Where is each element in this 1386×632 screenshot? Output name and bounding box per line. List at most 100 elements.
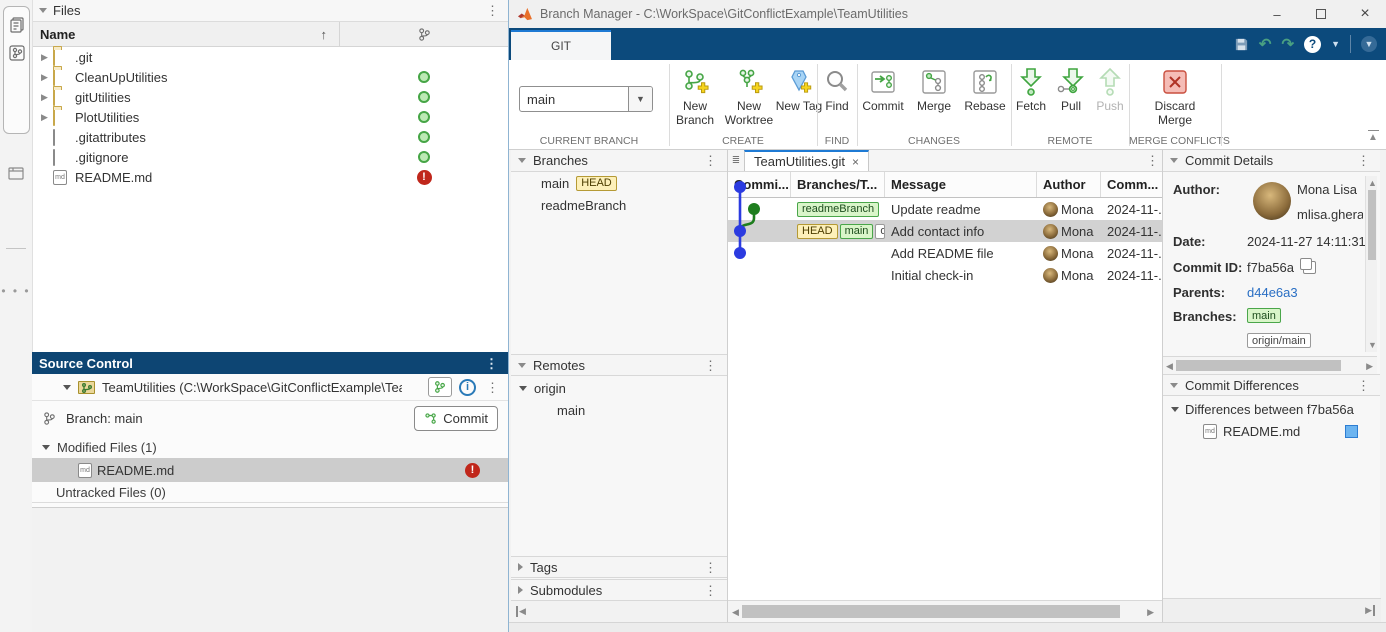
file-row[interactable]: .gitignore bbox=[33, 147, 508, 167]
scroll-left-icon[interactable]: ◀ bbox=[732, 605, 739, 619]
details-horizontal-scrollbar[interactable]: ◀ ▶ bbox=[1163, 356, 1377, 374]
column-message[interactable]: Message bbox=[885, 172, 1037, 197]
parent-commit-link[interactable]: d44e6a3 bbox=[1247, 285, 1298, 300]
commit-details-menu-icon[interactable]: ⋮ bbox=[1354, 154, 1373, 167]
submodules-section-header[interactable]: Submodules ⋮ bbox=[511, 579, 727, 601]
source-control-header[interactable]: Source Control ⋮ bbox=[32, 352, 508, 374]
collapse-icon[interactable] bbox=[42, 445, 50, 450]
source-control-panel-icon[interactable] bbox=[7, 43, 27, 63]
combobox-dropdown-icon[interactable]: ▼ bbox=[628, 87, 652, 111]
collapse-icon[interactable] bbox=[1170, 383, 1178, 388]
save-icon[interactable] bbox=[1234, 37, 1249, 52]
commit-row[interactable]: Add README file Mona 2024-11-... bbox=[728, 242, 1162, 264]
tags-menu-icon[interactable]: ⋮ bbox=[701, 561, 720, 574]
expand-icon[interactable] bbox=[518, 563, 523, 571]
scroll-right-icon[interactable]: ▶ bbox=[1366, 359, 1373, 373]
expand-icon[interactable] bbox=[518, 586, 523, 594]
commit-row[interactable]: Initial check-in Mona 2024-11-... bbox=[728, 264, 1162, 286]
document-list-icon[interactable]: ≣ bbox=[728, 150, 744, 171]
modified-file-row-selected[interactable]: md README.md ! bbox=[32, 458, 508, 482]
file-row[interactable]: .gitattributes bbox=[33, 127, 508, 147]
scroll-left-icon[interactable]: ◀ bbox=[1166, 359, 1173, 373]
redo-icon[interactable]: ↷ bbox=[1282, 35, 1295, 53]
collapse-icon[interactable] bbox=[519, 386, 527, 391]
collapse-icon[interactable] bbox=[518, 158, 526, 163]
file-row[interactable]: ▶ CleanUpUtilities bbox=[33, 67, 508, 87]
undo-icon[interactable]: ↶ bbox=[1259, 35, 1272, 53]
scroll-down-icon[interactable]: ▼ bbox=[1368, 338, 1377, 352]
expand-panel-strip[interactable]: ▶ bbox=[1163, 598, 1381, 622]
repository-row[interactable]: TeamUtilities (C:\WorkSpace\GitConflictE… bbox=[32, 374, 508, 401]
expand-icon[interactable]: ▶ bbox=[41, 52, 53, 63]
name-column-label[interactable]: Name bbox=[33, 27, 75, 42]
branches-menu-icon[interactable]: ⋮ bbox=[701, 154, 720, 167]
expand-icon[interactable]: ▶ bbox=[41, 72, 53, 83]
file-row[interactable]: ▶ .git bbox=[33, 47, 508, 67]
commit-row[interactable]: readmeBranch Update readme Mona 2024-11-… bbox=[728, 198, 1162, 220]
new-branch-button[interactable]: New Branch bbox=[669, 64, 721, 128]
untracked-files-group[interactable]: Untracked Files (0) bbox=[32, 482, 508, 503]
tab-teamutilities-git[interactable]: TeamUtilities.git × bbox=[744, 150, 869, 171]
minimize-button[interactable]: – bbox=[1255, 0, 1299, 28]
file-row[interactable]: ▶ PlotUtilities bbox=[33, 107, 508, 127]
commit-button-toolstrip[interactable]: Commit bbox=[857, 64, 909, 114]
collapse-left-icon[interactable]: ◀ bbox=[516, 606, 526, 617]
new-worktree-button[interactable]: New Worktree bbox=[721, 64, 777, 128]
commit-details-header[interactable]: Commit Details ⋮ bbox=[1163, 150, 1380, 172]
copy-icon[interactable] bbox=[1303, 261, 1316, 274]
scrollbar-thumb[interactable] bbox=[1176, 360, 1341, 371]
expand-icon[interactable]: ▶ bbox=[41, 92, 53, 103]
quick-access-dropdown-icon[interactable]: ▼ bbox=[1361, 36, 1377, 52]
column-commit[interactable]: Commi... bbox=[728, 172, 791, 197]
files-column-header[interactable]: Name ↑ bbox=[33, 22, 508, 47]
git-status-column-icon[interactable] bbox=[340, 27, 508, 42]
diff-file-row[interactable]: md README.md bbox=[1163, 420, 1380, 442]
repo-menu-icon[interactable]: ⋮ bbox=[483, 381, 502, 394]
scroll-right-icon[interactable]: ▶ bbox=[1147, 605, 1154, 619]
more-panels-icon[interactable]: • • • bbox=[0, 284, 32, 298]
tab-git[interactable]: GIT bbox=[511, 30, 611, 60]
collapse-icon[interactable] bbox=[1170, 158, 1178, 163]
details-vertical-scrollbar[interactable]: ▲ ▼ bbox=[1365, 176, 1377, 352]
commit-row-selected[interactable]: HEAD main o Add contact info Mona 2024-1… bbox=[728, 220, 1162, 242]
branches-button[interactable] bbox=[428, 377, 452, 397]
maximize-button[interactable] bbox=[1299, 0, 1343, 28]
remotes-section-header[interactable]: Remotes ⋮ bbox=[511, 354, 727, 376]
differences-group[interactable]: Differences between f7ba56a bbox=[1163, 398, 1380, 420]
column-date[interactable]: Comm... bbox=[1101, 172, 1162, 197]
help-icon[interactable]: ? bbox=[1304, 36, 1321, 53]
remote-branch-item[interactable]: main bbox=[511, 399, 727, 421]
collapse-icon[interactable] bbox=[518, 363, 526, 368]
horizontal-scrollbar[interactable]: ◀ ▶ bbox=[728, 600, 1162, 622]
file-row[interactable]: md README.md ! bbox=[33, 167, 508, 187]
commit-table-header[interactable]: Commi... Branches/T... Message Author Co… bbox=[728, 172, 1162, 198]
workspace-panel-icon[interactable] bbox=[6, 163, 26, 183]
close-tab-icon[interactable]: × bbox=[852, 155, 859, 169]
files-panel-icon[interactable] bbox=[7, 15, 27, 35]
column-author[interactable]: Author bbox=[1037, 172, 1101, 197]
modified-files-group[interactable]: Modified Files (1) bbox=[32, 436, 508, 458]
scrollbar-thumb[interactable] bbox=[742, 605, 1120, 618]
source-control-menu-icon[interactable]: ⋮ bbox=[482, 357, 501, 370]
discard-merge-button[interactable]: Discard Merge bbox=[1147, 64, 1203, 128]
find-button[interactable]: Find bbox=[817, 64, 857, 114]
window-titlebar[interactable]: Branch Manager - C:\WorkSpace\GitConflic… bbox=[509, 0, 1386, 28]
merge-button[interactable]: Merge bbox=[909, 64, 959, 114]
tags-section-header[interactable]: Tags ⋮ bbox=[511, 556, 727, 578]
collapse-icon[interactable] bbox=[63, 385, 71, 390]
help-dropdown-icon[interactable]: ▼ bbox=[1331, 39, 1340, 49]
expand-right-icon[interactable]: ▶ bbox=[1365, 605, 1375, 616]
commit-differences-menu-icon[interactable]: ⋮ bbox=[1354, 379, 1373, 392]
commit-differences-header[interactable]: Commit Differences ⋮ bbox=[1163, 374, 1380, 396]
collapse-icon[interactable] bbox=[1171, 407, 1179, 412]
collapse-panel-strip[interactable]: ◀ bbox=[511, 600, 727, 622]
current-branch-combobox[interactable]: main ▼ bbox=[519, 86, 653, 112]
sort-ascending-icon[interactable]: ↑ bbox=[321, 27, 328, 42]
document-menu-icon[interactable]: ⋮ bbox=[1143, 150, 1162, 171]
remotes-menu-icon[interactable]: ⋮ bbox=[701, 359, 720, 372]
info-icon[interactable]: i bbox=[459, 379, 476, 396]
scroll-up-icon[interactable]: ▲ bbox=[1368, 176, 1377, 190]
submodules-menu-icon[interactable]: ⋮ bbox=[701, 584, 720, 597]
file-row[interactable]: ▶ gitUtilities bbox=[33, 87, 508, 107]
collapse-toolstrip-icon[interactable]: ▲ bbox=[1368, 130, 1379, 143]
